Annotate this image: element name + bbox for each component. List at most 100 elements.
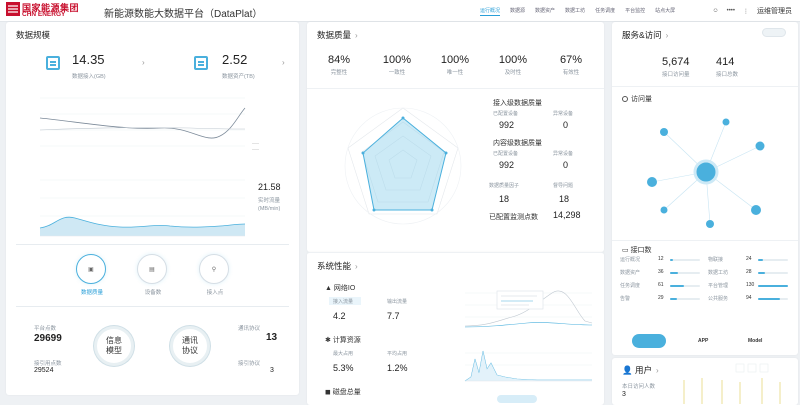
api-bar-row: 运行概况 12 <box>620 256 702 264</box>
api-bar-fill <box>758 285 788 287</box>
chevron-right-icon[interactable]: › <box>666 31 669 40</box>
menu-dots-icon[interactable]: ⋮ <box>743 8 749 15</box>
data-asset-label: 数据资产(TB) <box>222 74 255 80</box>
network-icon: ▲ <box>325 285 334 292</box>
chevron-right-icon[interactable]: › <box>656 366 659 375</box>
username[interactable]: •••• <box>727 8 735 14</box>
avg-usage-value: 1.2% <box>387 363 408 373</box>
system-performance-title: 系统性能 › <box>317 261 358 271</box>
service-access-title: 服务&访问 › <box>622 30 669 40</box>
disk-title: ◼ 磁盘总量 <box>325 389 361 396</box>
tab-web[interactable] <box>632 334 666 348</box>
divider <box>16 244 289 245</box>
monitor-points-value: 14,298 <box>553 210 581 220</box>
chevron-right-icon[interactable]: › <box>282 58 285 67</box>
api-bar-value: 12 <box>658 256 664 262</box>
nav-item-workshop[interactable]: 数据工坊 <box>565 7 585 16</box>
api-bar-value: 29 <box>658 295 664 301</box>
compute-title: ✱ 计算资源 <box>325 337 361 344</box>
protocol-value: 13 <box>266 332 278 343</box>
rate-value: 21.58 <box>258 182 281 192</box>
api-bar-value: 61 <box>658 282 664 288</box>
device-count-button[interactable]: ▤ <box>137 254 167 284</box>
nav-item-assets[interactable]: 数据资产 <box>535 7 555 16</box>
completeness-stat: 84% 完整性 <box>327 54 351 76</box>
ref-points-value: 29524 <box>34 367 54 374</box>
api-bar-value: 130 <box>746 282 755 288</box>
divider <box>612 86 798 87</box>
info-model-circle[interactable]: 信息 模型 <box>94 326 134 366</box>
api-bar-track <box>758 272 788 274</box>
ref-points-label: 接引用点数 <box>34 361 62 367</box>
access-configured-label: 已配置设备 <box>493 111 519 117</box>
admin-label[interactable]: 运维管理员 <box>757 6 792 16</box>
consistency-stat: 100% 一致性 <box>382 54 412 76</box>
data-quality-button[interactable]: ▣ <box>76 254 106 284</box>
storage-icon <box>194 56 208 70</box>
chevron-right-icon[interactable]: › <box>142 58 145 67</box>
api-bar-track <box>670 298 700 300</box>
content-configured-label: 已配置设备 <box>493 151 519 157</box>
main-nav: 运行概况 数据源 数据资产 数据工坊 任务调度 平台监控 站点大屏 <box>480 7 675 16</box>
logo-text-en: CHN ENERGY <box>22 11 66 18</box>
api-bar-fill <box>670 285 685 287</box>
chevron-right-icon[interactable]: › <box>355 31 358 40</box>
grid-icon: ▣ <box>88 266 94 273</box>
data-quality-card: 数据质量 › 84% 完整性 100% 一致性 100% 唯一性 100% 及时性 67%… <box>307 22 604 252</box>
api-total-value: 414 <box>716 56 735 68</box>
platform-points-label: 平台点数 <box>34 326 57 332</box>
view-toggle[interactable] <box>762 28 786 37</box>
nav-item-monitor[interactable]: 平台监控 <box>625 7 645 16</box>
app-title: 新能源数能大数据平台（DataPlat） <box>104 9 263 20</box>
data-scale-title: 数据规模 <box>16 30 51 40</box>
avg-usage-label: 平均占用 <box>387 351 408 357</box>
nav-item-datasource[interactable]: 数据源 <box>510 7 525 16</box>
nav-item-screen[interactable]: 站点大屏 <box>655 7 675 16</box>
network-io-title: ▲ 网络IO <box>325 285 356 292</box>
data-scale-card: 数据规模 14.35 数据接入(GB) › 2.52 数据资产(TB) › ——… <box>6 22 299 395</box>
rate-unit: (MB/min) <box>258 206 281 212</box>
tab-app[interactable]: APP <box>698 338 708 344</box>
performance-charts <box>464 290 593 403</box>
ref-protocol-label: 接引协议 <box>238 361 261 367</box>
api-bar-row: 任务调度 61 <box>620 282 702 290</box>
timeliness-stat: 100% 及时性 <box>498 54 528 76</box>
chn-energy-logo-icon <box>6 2 20 16</box>
divider <box>612 240 798 241</box>
api-bar-fill <box>670 259 673 261</box>
nav-item-overview[interactable]: 运行概况 <box>480 7 501 16</box>
divider <box>307 88 604 89</box>
api-bar-fill <box>758 272 765 274</box>
divider <box>16 306 289 307</box>
access-point-button[interactable]: ⚲ <box>199 254 229 284</box>
top-bar: 国家能源集团 CHN ENERGY 新能源数能大数据平台（DataPlat） 运… <box>0 0 800 22</box>
tab-model[interactable]: Model <box>748 338 762 344</box>
api-bar-name: 公共服务 <box>708 296 729 302</box>
api-bar-row: 告警 29 <box>620 295 702 303</box>
ref-protocol-value: 3 <box>270 367 274 374</box>
plug-icon: ⚲ <box>211 266 217 273</box>
chevron-right-icon[interactable]: › <box>355 262 358 271</box>
today-visitors-label: 本日访问人数 <box>622 384 656 390</box>
api-bar-track <box>758 259 788 261</box>
access-configured-value: 992 <box>499 120 515 130</box>
server-icon <box>46 56 60 70</box>
user-icon[interactable]: ☺ <box>712 8 718 14</box>
service-access-card: 服务&访问 › 5,674 接口访问量 414 接口总数 访问量 ▭ 接口数 运行… <box>612 22 798 355</box>
svg-text:——: —— <box>252 147 260 151</box>
comm-protocol-circle[interactable]: 通讯 协议 <box>170 326 210 366</box>
visits-title: 访问量 <box>622 94 652 104</box>
access-point-label[interactable]: 接入点 <box>199 288 231 296</box>
max-usage-value: 5.3% <box>333 363 354 373</box>
monitor-icon: ▭ <box>622 247 631 254</box>
device-count-label[interactable]: 设备数 <box>137 288 169 296</box>
data-quality-label[interactable]: 数据质量 <box>76 288 108 296</box>
quality-factor-label: 数据质量因子 <box>489 183 520 189</box>
user-icon: 👤 <box>622 365 635 375</box>
api-bar-value: 36 <box>658 269 664 275</box>
system-performance-card: 系统性能 › ▲ 网络IO 接入流量 输出流量 4.2 7.7 ✱ 计算资源 最大… <box>307 252 604 405</box>
svg-text:——: —— <box>252 141 260 145</box>
nav-item-scheduler[interactable]: 任务调度 <box>595 7 615 16</box>
quality-radar-chart <box>344 107 462 225</box>
api-bar-track <box>670 272 700 274</box>
